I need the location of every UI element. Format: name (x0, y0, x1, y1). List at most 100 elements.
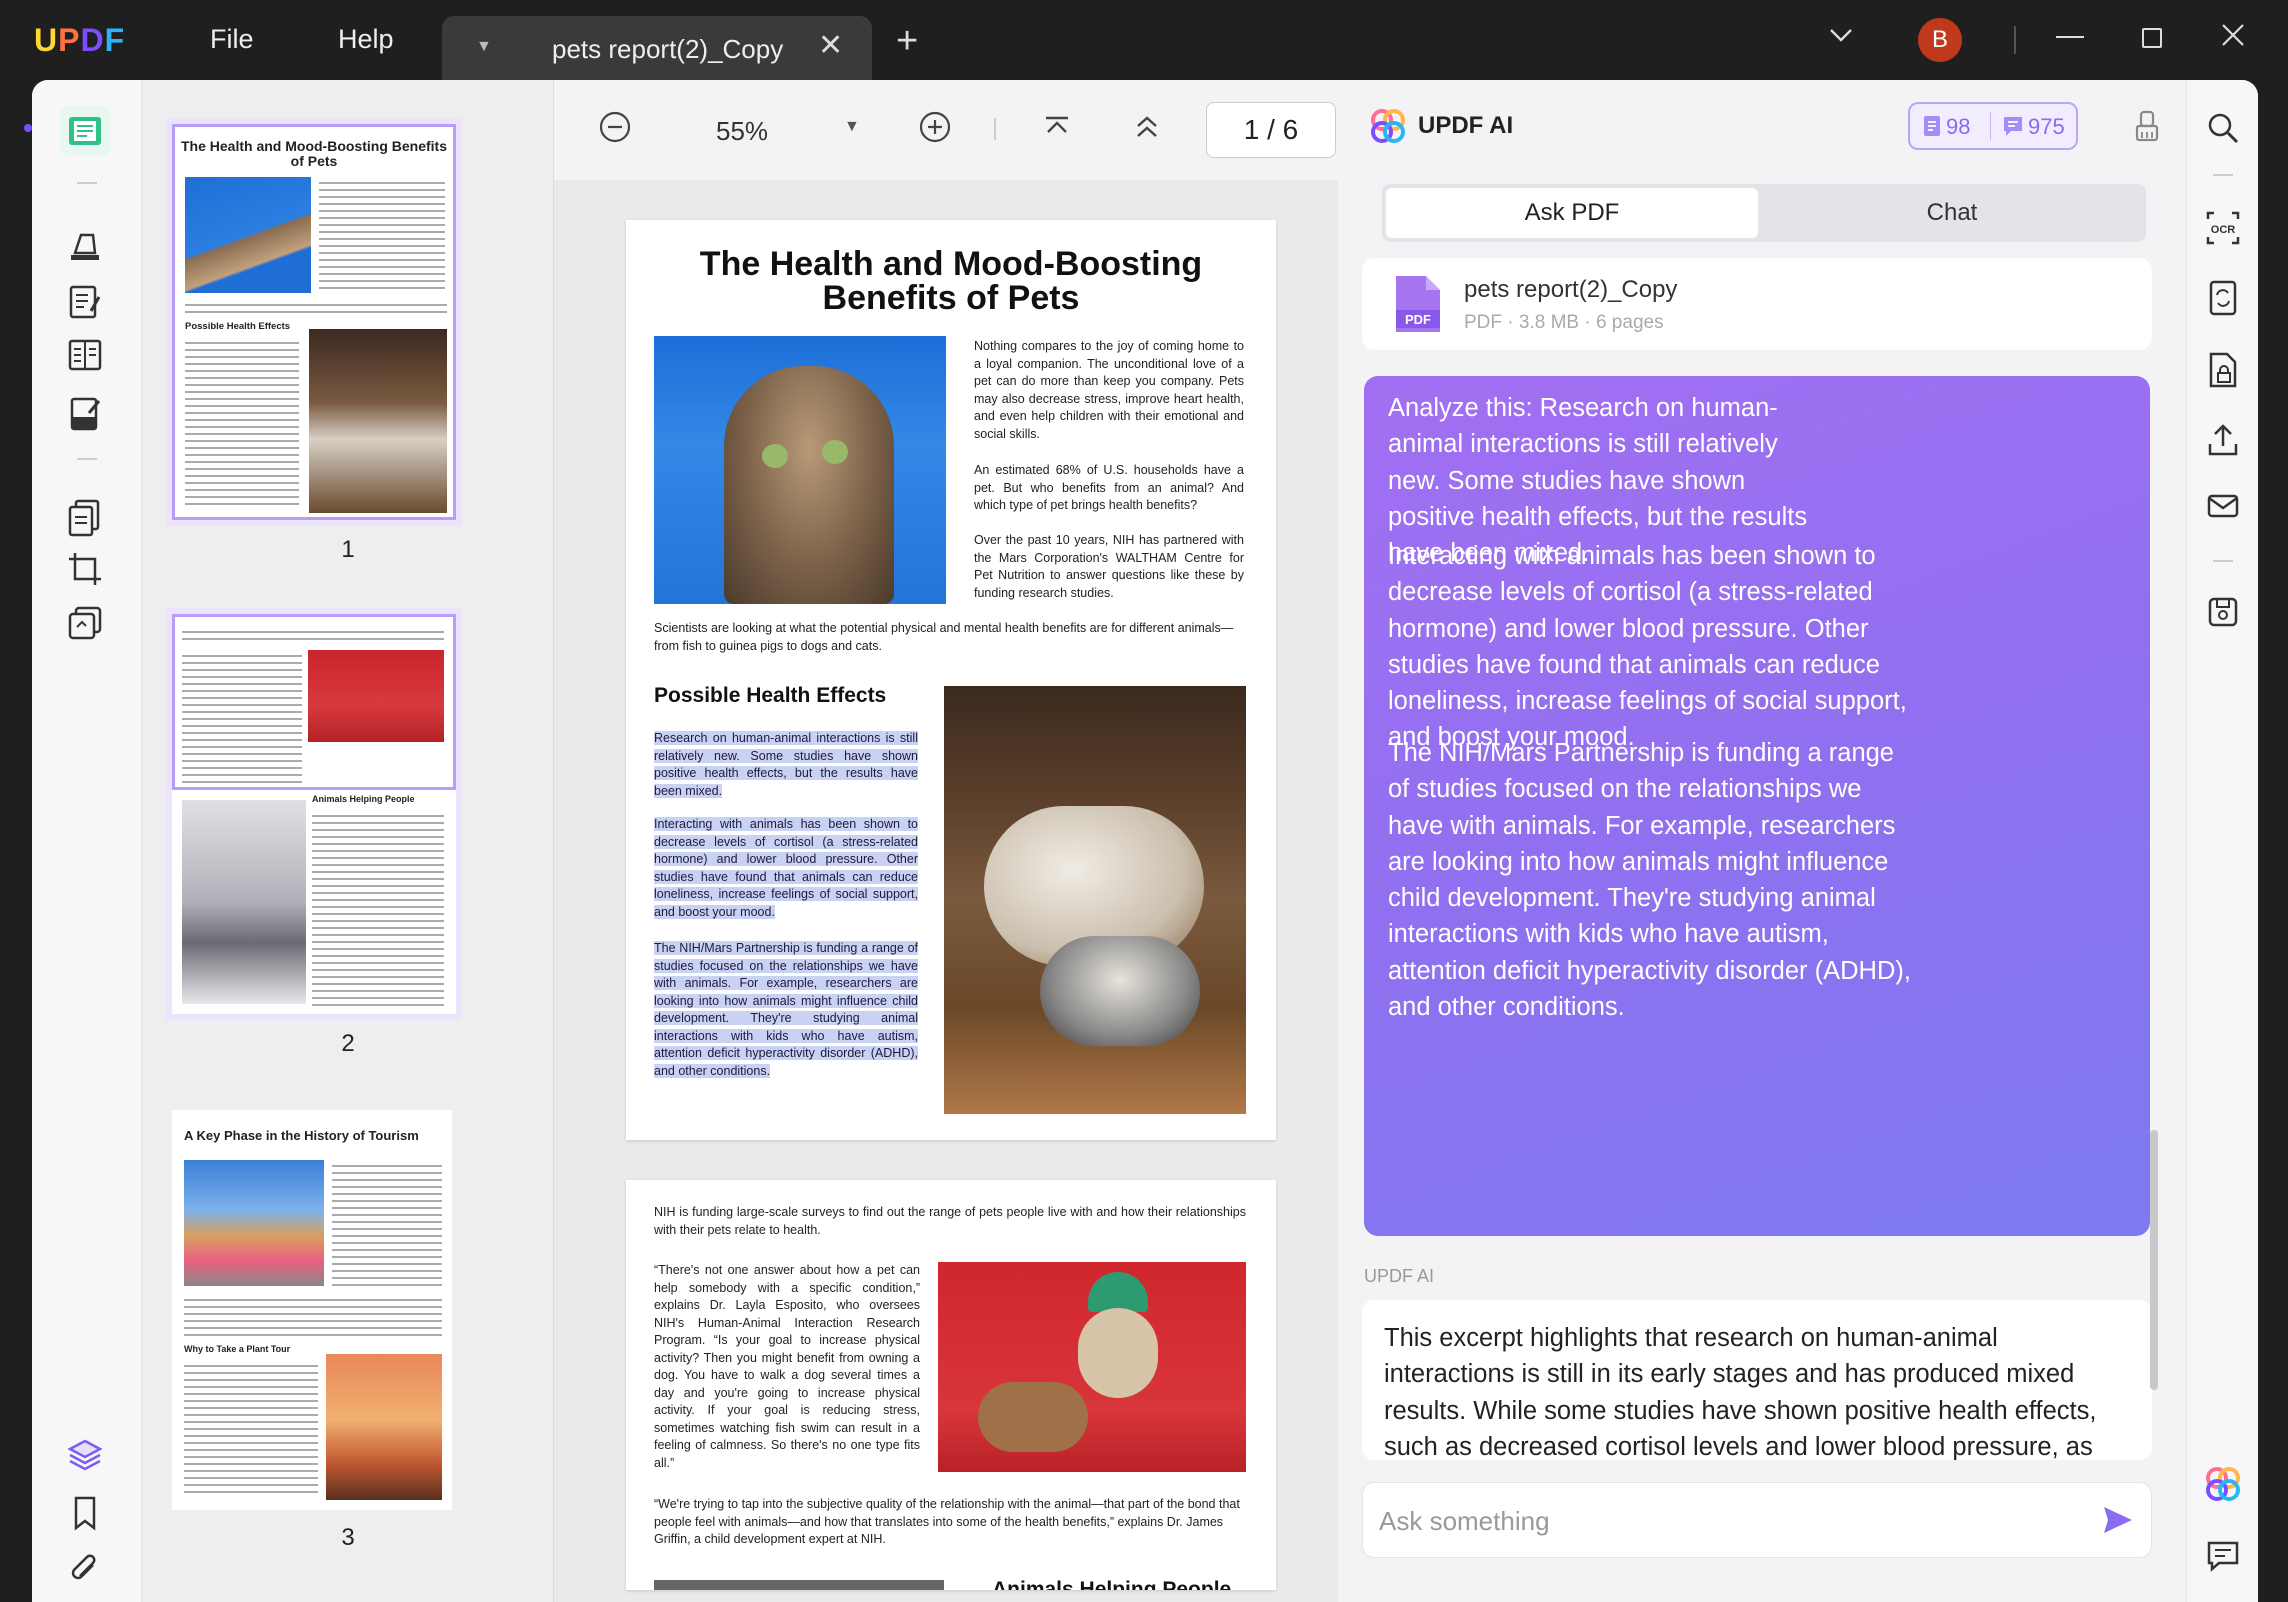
doc-credit-icon (1922, 114, 1942, 144)
page-thumbnail-2[interactable]: Animals Helping People (166, 608, 462, 1020)
ai-mode-tabs: Ask PDF Chat (1382, 184, 2146, 242)
batch-icon[interactable] (60, 598, 110, 648)
zoom-in-icon[interactable] (918, 110, 952, 151)
page-thumbnail-3[interactable]: A Key Phase in the History of Tourism Wh… (172, 1110, 452, 1510)
tab-title: pets report(2)_Copy (552, 34, 784, 64)
tab-chat[interactable]: Chat (1762, 188, 2142, 238)
ask-input[interactable] (1379, 1497, 2079, 1545)
fill-sign-icon[interactable] (60, 388, 110, 438)
ai-panel: UPDF AI 98 975 Ask PDF Chat PDF pets rep… (1338, 80, 2186, 1602)
elf-hat (1088, 1272, 1148, 1312)
new-tab-icon[interactable]: + (896, 22, 918, 60)
titlebar-separator (2014, 26, 2016, 54)
thumb-number: 3 (341, 1524, 355, 1551)
document-tab[interactable]: ▼ pets report(2)_Copy ✕ (442, 16, 872, 80)
cat-image (185, 177, 311, 293)
thumb-subhead: Possible Health Effects (185, 321, 291, 332)
organize-pages-icon[interactable] (60, 492, 110, 542)
right-tool-rail: OCR (2186, 80, 2258, 1602)
comment-highlight-icon[interactable] (60, 220, 110, 270)
ai-response-text: This excerpt highlights that research on… (1384, 1324, 2097, 1460)
user-message-paragraph: The NIH/Mars Partnership is funding a ra… (1388, 739, 1911, 1022)
chevron-down-icon[interactable] (1828, 22, 1854, 56)
menu-file[interactable]: File (210, 24, 254, 55)
document-viewer: 55% ▼ 1 / 6 The Health and Mood-Boosting… (554, 80, 1338, 1602)
form-icon[interactable] (60, 330, 110, 380)
eiffel-image (326, 1354, 442, 1500)
page-title-line2: Benefits of Pets (822, 279, 1080, 317)
file-meta: PDF · 3.8 MB · 6 pages (1464, 312, 1664, 333)
svg-text:OCR: OCR (2211, 224, 2236, 236)
section-heading: Possible Health Effects (654, 684, 887, 707)
cat-eye (762, 444, 788, 468)
thumb-title: A Key Phase in the History of Tourism (184, 1128, 419, 1143)
protect-icon[interactable] (2201, 348, 2245, 392)
save-icon[interactable] (2201, 590, 2245, 634)
crop-icon[interactable] (60, 544, 110, 594)
dogs-red-image (308, 650, 444, 742)
ocr-icon[interactable]: OCR (2201, 206, 2245, 250)
thumb-text-block (332, 1160, 442, 1286)
thumb-text-block (185, 337, 299, 509)
updf-ai-icon[interactable] (2201, 1462, 2245, 1506)
tab-ask-pdf[interactable]: Ask PDF (1386, 188, 1758, 238)
scientists-paragraph: Scientists are looking at what the poten… (654, 621, 1234, 653)
main-frame: The Health and Mood-Boosting Benefits of… (32, 80, 2258, 1602)
maximize-icon[interactable] (2142, 28, 2162, 48)
highlighted-paragraph[interactable]: Interacting with animals has been shown … (654, 816, 918, 921)
thumb-title: The Health and Mood-Boosting Benefits of… (181, 138, 447, 169)
first-page-icon[interactable] (1042, 110, 1072, 151)
share-icon[interactable] (2201, 418, 2245, 462)
previous-page-icon[interactable] (1132, 110, 1162, 151)
zoom-value[interactable]: 55% (716, 116, 768, 147)
thumb-subhead: Animals Helping People (312, 794, 415, 804)
ai-response-label: UPDF AI (1364, 1266, 1435, 1286)
zoom-out-icon[interactable] (598, 110, 632, 151)
tab-dropdown-icon[interactable]: ▼ (476, 38, 492, 56)
clear-chat-icon[interactable] (2132, 108, 2162, 149)
ai-panel-title: UPDF AI (1418, 112, 1514, 139)
highlighted-paragraph[interactable]: Research on human-animal interactions is… (654, 730, 918, 800)
updf-window: UPDF File Help ▼ pets report(2)_Copy ✕ +… (0, 0, 2288, 1602)
zoom-dropdown-icon[interactable]: ▼ (844, 118, 860, 136)
credits-badge[interactable]: 98 975 (1908, 102, 2078, 150)
dog-cat-image (309, 329, 447, 513)
rail-separator (2213, 560, 2233, 562)
updf-logo: UPDF (34, 22, 126, 58)
page-thumbnail-1[interactable]: The Health and Mood-Boosting Benefits of… (166, 118, 462, 526)
page2-quote: “We're trying to tap into the subjective… (654, 1497, 1240, 1546)
close-window-icon[interactable] (2220, 22, 2246, 56)
user-message-bubble: Analyze this: Research on human-animal i… (1364, 376, 2150, 1236)
search-icon[interactable] (2201, 106, 2245, 150)
message-credit-icon (2002, 114, 2024, 144)
menu-help[interactable]: Help (338, 24, 394, 55)
edit-pdf-icon[interactable] (60, 276, 110, 326)
city-image (184, 1160, 324, 1286)
attachment-icon[interactable] (60, 1544, 110, 1594)
comments-icon[interactable] (2201, 1534, 2245, 1578)
doc-credit-count: 98 (1946, 114, 1971, 139)
thumb-text-block (184, 1294, 442, 1336)
intro-paragraph: Nothing compares to the joy of coming ho… (974, 339, 1244, 441)
intro-paragraph: Over the past 10 years, NIH has partnere… (974, 533, 1244, 600)
highlighted-paragraph[interactable]: The NIH/Mars Partnership is funding a ra… (654, 940, 918, 1080)
convert-icon[interactable] (2201, 276, 2245, 320)
chat-scrollbar[interactable] (2150, 1130, 2158, 1390)
email-icon[interactable] (2201, 484, 2245, 528)
viewer-toolbar: 55% ▼ 1 / 6 (554, 80, 1338, 180)
minimize-icon[interactable] (2056, 36, 2084, 38)
bookmark-icon[interactable] (60, 1488, 110, 1538)
avatar[interactable]: B (1918, 18, 1962, 62)
tab-close-icon[interactable]: ✕ (818, 28, 843, 63)
reader-icon[interactable] (60, 106, 110, 156)
highlight: The NIH/Mars Partnership is funding a ra… (654, 941, 918, 1078)
file-name: pets report(2)_Copy (1464, 276, 1678, 303)
thumb-text-block (182, 650, 302, 784)
intro-paragraph: An estimated 68% of U.S. households have… (974, 463, 1244, 512)
page-number-input[interactable]: 1 / 6 (1206, 102, 1336, 158)
file-card[interactable]: PDF pets report(2)_Copy PDF · 3.8 MB · 6… (1362, 258, 2152, 350)
send-icon[interactable] (2101, 1503, 2135, 1542)
message-credit-count: 975 (2028, 114, 2065, 139)
title-bar: UPDF File Help ▼ pets report(2)_Copy ✕ +… (0, 0, 2288, 80)
layers-icon[interactable] (60, 1430, 110, 1480)
